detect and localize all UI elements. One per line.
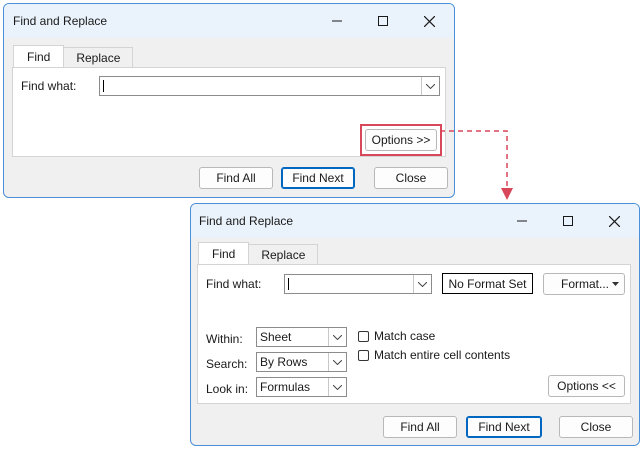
- look-in-dropdown[interactable]: [328, 378, 346, 396]
- close-icon: [608, 215, 620, 227]
- find-panel: Find what: No Format Set Format... Withi…: [197, 264, 631, 404]
- dropdown-arrow-icon: [612, 282, 619, 286]
- find-next-button[interactable]: Find Next: [466, 416, 542, 438]
- close-button[interactable]: Close: [559, 416, 633, 438]
- match-entire-cell-checkbox[interactable]: Match entire cell contents: [358, 348, 510, 362]
- chevron-down-icon: [333, 359, 342, 365]
- chevron-down-icon: [333, 384, 342, 390]
- tab-find[interactable]: Find: [198, 242, 250, 264]
- minimize-button[interactable]: [499, 204, 545, 238]
- format-button[interactable]: Format...: [543, 273, 625, 295]
- find-what-input[interactable]: [284, 274, 432, 294]
- checkbox-box[interactable]: [358, 330, 369, 342]
- find-replace-dialog-expanded: Find and Replace Find Replace Find what:…: [190, 203, 640, 446]
- look-in-select[interactable]: Formulas: [256, 377, 347, 397]
- dialog-title: Find and Replace: [199, 214, 294, 228]
- find-what-label: Find what:: [206, 277, 262, 291]
- text-cursor: [288, 278, 289, 290]
- find-all-button[interactable]: Find All: [383, 416, 457, 438]
- minimize-icon: [517, 220, 527, 222]
- tab-strip: Find Replace: [198, 242, 319, 264]
- search-dropdown[interactable]: [328, 353, 346, 371]
- chevron-down-icon: [333, 334, 342, 340]
- search-label: Search:: [206, 357, 248, 371]
- match-entire-label: Match entire cell contents: [374, 348, 511, 362]
- match-case-label: Match case: [374, 329, 436, 343]
- look-in-label: Look in:: [206, 382, 249, 396]
- no-format-set-box: No Format Set: [442, 273, 533, 294]
- options-collapse-button[interactable]: Options <<: [548, 375, 625, 397]
- checkbox-box[interactable]: [358, 349, 369, 361]
- tab-replace[interactable]: Replace: [248, 244, 319, 264]
- search-select[interactable]: By Rows: [256, 352, 347, 372]
- within-select[interactable]: Sheet: [256, 327, 347, 347]
- maximize-button[interactable]: [545, 204, 591, 238]
- maximize-icon: [563, 216, 573, 226]
- close-window-button[interactable]: [591, 204, 637, 238]
- within-label: Within:: [206, 332, 243, 346]
- within-dropdown[interactable]: [328, 328, 346, 346]
- tab-find[interactable]: Find: [13, 45, 65, 67]
- find-what-dropdown[interactable]: [413, 275, 431, 293]
- chevron-down-icon: [418, 281, 427, 287]
- format-button-label: Format...: [561, 277, 610, 291]
- match-case-checkbox[interactable]: Match case: [358, 329, 435, 343]
- title-bar: Find and Replace: [191, 204, 639, 238]
